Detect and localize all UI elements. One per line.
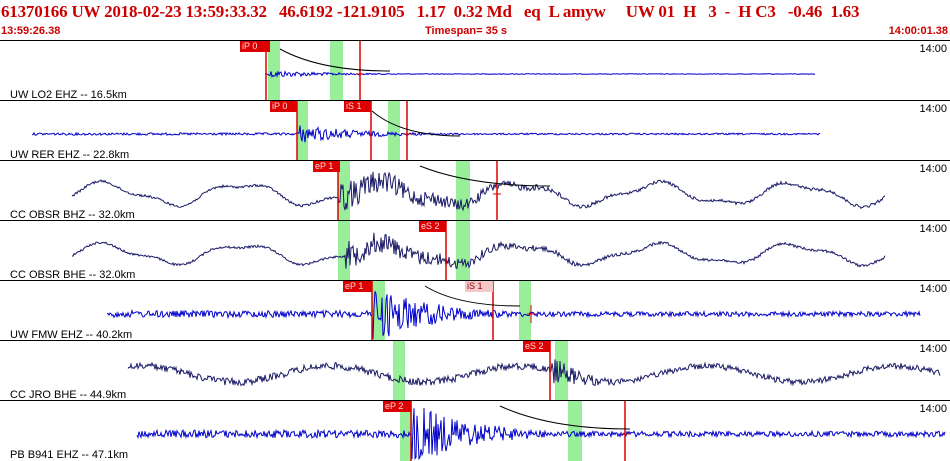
travel-time-curve <box>499 405 631 430</box>
seismogram-trace <box>31 101 821 161</box>
phase-window <box>519 281 531 341</box>
phase-pick-label[interactable]: iS 1 <box>465 281 493 292</box>
seismogram-trace <box>127 341 941 401</box>
waveform-line <box>106 291 921 340</box>
amplitude-pick-tick <box>621 425 629 443</box>
panel-time-label: 14:00 <box>919 403 947 415</box>
panel-time-label: 14:00 <box>919 103 947 115</box>
waveform-line <box>71 232 886 269</box>
seismogram-trace <box>136 401 946 461</box>
seismogram-trace <box>71 221 886 281</box>
event-summary-title: 61370166 UW 2018-02-23 13:59:33.32 46.61… <box>1 2 860 21</box>
phase-pick-label[interactable]: iP 0 <box>270 101 297 112</box>
phase-window <box>330 41 343 101</box>
amplitude-pick-tick <box>356 65 364 83</box>
phase-pick-label[interactable]: eS 2 <box>523 341 550 352</box>
phase-pick-label[interactable]: iS 1 <box>344 101 371 112</box>
seismogram-trace <box>71 161 886 221</box>
phase-window <box>388 101 400 161</box>
waveform-panel[interactable]: eS 2 CC OBSR BHE -- 32.0km 14:00 <box>0 220 950 281</box>
seismogram-trace <box>264 41 816 101</box>
end-time-label: 14:00:01.38 <box>888 25 948 37</box>
waveform-panel[interactable]: eP 1 CC OBSR BHZ -- 32.0km 14:00 <box>0 160 950 221</box>
panel-time-label: 14:00 <box>919 283 947 295</box>
phase-window <box>393 341 405 401</box>
panel-time-label: 14:00 <box>919 223 947 235</box>
waveform-line <box>127 359 941 387</box>
travel-time-curve <box>371 110 461 137</box>
waveform-panel[interactable]: eS 2 CC JRO BHE -- 44.9km 14:00 <box>0 340 950 401</box>
phase-pick-label[interactable]: iP 0 <box>240 41 270 52</box>
timespan-label: Timespan= 35 s <box>425 25 508 37</box>
panel-time-label: 14:00 <box>919 343 947 355</box>
panel-time-label: 14:00 <box>919 43 947 55</box>
phase-pick-label[interactable]: eP 1 <box>343 281 372 292</box>
waveform-line <box>71 171 886 212</box>
waveform-line <box>136 407 946 461</box>
amplitude-pick-tick <box>403 125 411 143</box>
travel-time-curve <box>419 165 551 187</box>
event-header: 61370166 UW 2018-02-23 13:59:33.32 46.61… <box>0 0 950 40</box>
amplitude-pick-tick <box>493 185 501 203</box>
phase-window <box>456 221 470 281</box>
phase-pick-label[interactable]: eP 1 <box>313 161 340 172</box>
waveform-panel[interactable]: iP 0 UW LO2 EHZ -- 16.5km 14:00 <box>0 40 950 101</box>
phase-window <box>568 401 582 461</box>
waveform-panel[interactable]: iP 0 iS 1 UW RER EHZ -- 22.8km 14:00 <box>0 100 950 161</box>
phase-window <box>456 161 470 221</box>
phase-pick-label[interactable]: eS 2 <box>419 221 446 232</box>
panel-time-label: 14:00 <box>919 163 947 175</box>
waveform-panel[interactable]: eP 1 iS 1 UW FMW EHZ -- 40.2km 14:00 <box>0 280 950 341</box>
channel-label: PB B941 EHZ -- 47.1km <box>10 449 128 461</box>
phase-pick-label[interactable]: eP 2 <box>383 401 411 412</box>
start-time-label: 13:59:26.38 <box>1 25 61 37</box>
waveform-line <box>264 70 816 78</box>
waveform-panel[interactable]: eP 2 PB B941 EHZ -- 47.1km 14:00 <box>0 400 950 461</box>
